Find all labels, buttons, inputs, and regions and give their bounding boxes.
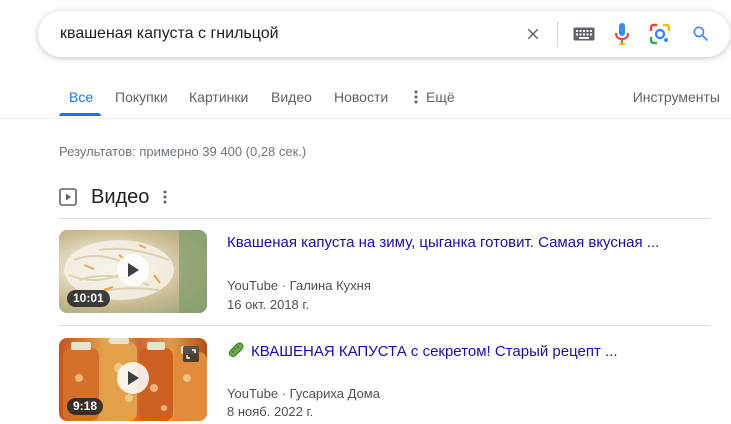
search-tabs: Все Покупки Картинки Видео Новости Ещё И… bbox=[0, 86, 731, 119]
more-options-icon[interactable] bbox=[163, 190, 167, 204]
video-channel: Гусариха Дома bbox=[289, 386, 380, 401]
result-stats: Результатов: примерно 39 400 (0,28 сек.) bbox=[59, 144, 307, 159]
video-section-icon bbox=[59, 188, 77, 206]
video-title-link[interactable]: Квашеная капуста на зиму, цыганка готови… bbox=[227, 233, 659, 253]
tab-videos[interactable]: Видео bbox=[271, 86, 312, 108]
more-vert-icon bbox=[414, 90, 418, 104]
video-thumbnail[interactable]: 10:01 bbox=[59, 230, 207, 313]
search-icon[interactable] bbox=[686, 11, 716, 57]
tools-button[interactable]: Инструменты bbox=[633, 86, 720, 108]
search-divider bbox=[557, 21, 558, 47]
tab-all[interactable]: Все bbox=[69, 86, 93, 108]
search-input[interactable] bbox=[60, 11, 500, 57]
video-duration: 10:01 bbox=[67, 290, 110, 307]
video-date: 16 окт. 2018 г. bbox=[227, 297, 310, 312]
divider bbox=[59, 325, 710, 326]
source-separator: · bbox=[281, 278, 290, 293]
videos-section-header: Видео bbox=[59, 183, 167, 211]
play-icon bbox=[117, 362, 149, 394]
video-channel: Галина Кухня bbox=[289, 278, 371, 293]
active-tab-indicator bbox=[59, 113, 101, 116]
divider bbox=[59, 218, 710, 219]
tab-news[interactable]: Новости bbox=[334, 86, 388, 108]
video-source: YouTube · Галина Кухня bbox=[227, 277, 371, 295]
tab-shopping[interactable]: Покупки bbox=[115, 86, 168, 108]
lens-icon[interactable] bbox=[645, 11, 675, 57]
microphone-icon[interactable] bbox=[607, 11, 637, 57]
keyboard-icon[interactable] bbox=[568, 11, 600, 57]
video-source: YouTube · Гусариха Дома bbox=[227, 385, 380, 403]
search-bar bbox=[38, 11, 730, 57]
source-separator: · bbox=[281, 386, 290, 401]
video-date: 8 нояб. 2022 г. bbox=[227, 404, 314, 419]
video-platform: YouTube bbox=[227, 386, 279, 401]
video-title-text: КВАШЕНАЯ КАПУСТА с секретом! Старый реце… bbox=[251, 343, 618, 360]
tab-more[interactable]: Ещё bbox=[414, 86, 455, 108]
play-icon bbox=[117, 254, 149, 286]
expand-icon bbox=[183, 346, 199, 362]
tab-more-label: Ещё bbox=[426, 89, 455, 105]
video-thumbnail[interactable]: 9:18 bbox=[59, 338, 207, 421]
video-platform: YouTube bbox=[227, 278, 279, 293]
video-duration: 9:18 bbox=[67, 398, 104, 415]
videos-section-title: Видео bbox=[91, 185, 150, 208]
tab-images[interactable]: Картинки bbox=[189, 86, 248, 108]
pickle-emoji-icon bbox=[228, 342, 244, 357]
video-title-link[interactable]: КВАШЕНАЯ КАПУСТА с секретом! Старый реце… bbox=[227, 341, 618, 362]
clear-icon[interactable] bbox=[518, 11, 548, 57]
